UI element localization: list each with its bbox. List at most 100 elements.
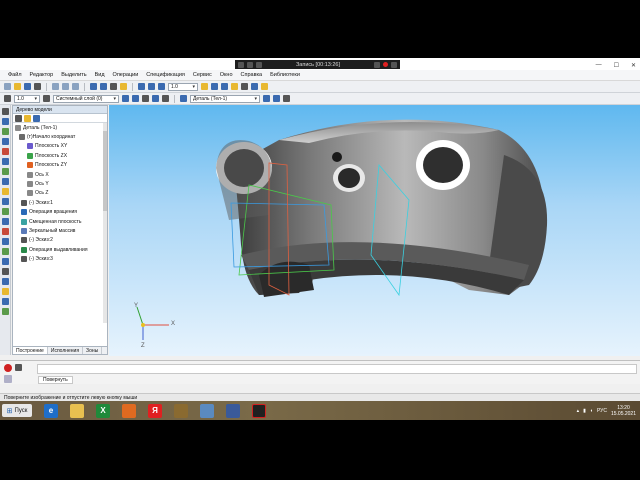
tree-item[interactable]: Ось X — [13, 170, 107, 179]
measure-icon[interactable] — [283, 95, 290, 102]
menu-file[interactable]: Файл — [8, 72, 22, 78]
stop-icon[interactable] — [4, 364, 12, 372]
arrays-icon[interactable] — [1, 238, 9, 245]
excel-icon[interactable]: X — [96, 403, 110, 418]
analysis-icon[interactable] — [1, 258, 9, 265]
start-button[interactable]: Пуск — [2, 404, 32, 417]
view-cube-icon[interactable] — [263, 95, 270, 102]
save-icon[interactable] — [24, 83, 31, 90]
new-document-icon[interactable] — [4, 83, 11, 90]
volume-icon[interactable]: ◖ — [590, 408, 593, 414]
perspective-icon[interactable] — [251, 83, 258, 90]
parameters-icon[interactable] — [1, 278, 9, 285]
detail-combo[interactable]: Деталь (Тел-1) — [190, 94, 260, 103]
zoom-in-icon[interactable] — [138, 83, 145, 90]
tree-item[interactable]: Зеркальный массив — [13, 226, 107, 235]
report-icon[interactable] — [1, 198, 9, 205]
menu-operations[interactable]: Операции — [113, 72, 139, 78]
images-icon[interactable] — [200, 403, 214, 418]
display-mode-icon[interactable] — [273, 95, 280, 102]
step-combo[interactable]: 1.0 — [14, 94, 40, 103]
pencil-icon[interactable] — [256, 61, 262, 68]
recorder-bar[interactable]: Запись [00:13:26] — [235, 60, 400, 69]
options-icon[interactable] — [4, 375, 12, 383]
tree-item[interactable]: Смещенная плоскость — [13, 217, 107, 226]
orientation-icon[interactable] — [221, 83, 228, 90]
library-icon[interactable] — [1, 268, 9, 275]
maximize-icon[interactable]: ☐ — [614, 62, 619, 69]
spec-icon[interactable] — [1, 188, 9, 195]
elements-icon[interactable] — [1, 208, 9, 215]
model-3d-view[interactable] — [109, 105, 640, 356]
layer-manager-icon[interactable] — [122, 95, 129, 102]
close-icon[interactable]: ✕ — [631, 62, 636, 69]
print-icon[interactable] — [34, 83, 41, 90]
help-icon[interactable] — [120, 83, 127, 90]
search-icon[interactable] — [247, 61, 253, 68]
symbols-icon[interactable] — [1, 158, 9, 165]
variables-icon[interactable] — [1, 298, 9, 305]
tray-chevron-icon[interactable]: ▴ — [577, 408, 580, 414]
ortho-icon[interactable] — [162, 95, 169, 102]
firefox-icon[interactable] — [122, 403, 136, 418]
tab-versions[interactable]: Исполнения — [48, 347, 84, 354]
tree-item[interactable]: (-) Эскиз:2 — [13, 236, 107, 245]
menu-service[interactable]: Сервис — [193, 72, 212, 78]
clock[interactable]: 13:20 15.05.2021 — [611, 405, 636, 417]
menu-select[interactable]: Выделить — [61, 72, 86, 78]
open-folder-icon[interactable] — [14, 83, 21, 90]
menu-view[interactable]: Вид — [95, 72, 105, 78]
cursor-icon[interactable] — [1, 108, 9, 115]
sketch-icon[interactable] — [1, 128, 9, 135]
folder-icon[interactable] — [70, 403, 84, 418]
attributes-icon[interactable] — [1, 288, 9, 295]
tree-item[interactable]: (-) Эскиз:1 — [13, 198, 107, 207]
brush-icon[interactable] — [374, 61, 380, 68]
shading-icon[interactable] — [231, 83, 238, 90]
redo-icon[interactable] — [100, 83, 107, 90]
wireframe-icon[interactable] — [241, 83, 248, 90]
tab-construction[interactable]: Построение — [13, 347, 48, 354]
tree-item[interactable]: Ось Z — [13, 189, 107, 198]
tree-item[interactable]: Плоскость ZX — [13, 151, 107, 160]
tree-scrollbar[interactable] — [103, 123, 107, 323]
tree-view-icon[interactable] — [15, 114, 22, 122]
network-icon[interactable]: ▮ — [583, 408, 586, 414]
recorder-icon[interactable] — [252, 403, 266, 418]
tree-item[interactable]: Операция вращения — [13, 208, 107, 217]
coordinates-icon[interactable] — [152, 95, 159, 102]
tab-rotate[interactable]: Повернуть — [38, 376, 73, 384]
section-icon[interactable] — [261, 83, 268, 90]
dimensions-icon[interactable] — [1, 148, 9, 155]
snap-icon[interactable] — [132, 95, 139, 102]
tree-item[interactable]: Ось Y — [13, 179, 107, 188]
record-icon[interactable] — [383, 62, 388, 67]
kompas-icon[interactable] — [226, 403, 240, 418]
menu-libraries[interactable]: Библиотеки — [270, 72, 300, 78]
layer-combo[interactable]: Системный слой (0) — [53, 94, 119, 103]
pan-icon[interactable] — [211, 83, 218, 90]
check-icon[interactable] — [1, 308, 9, 315]
yandex-icon[interactable]: Я — [148, 403, 162, 418]
tree-item[interactable]: Плоскость ZY — [13, 161, 107, 170]
menu-window[interactable]: Окно — [220, 72, 233, 78]
game-icon[interactable] — [174, 403, 188, 418]
tree-filter-icon[interactable] — [33, 114, 40, 122]
manual-icon[interactable] — [15, 364, 22, 371]
tree-item[interactable]: (-) Эскиз:3 — [13, 254, 107, 263]
tree-item[interactable]: Операция выдавливания — [13, 245, 107, 254]
zoom-window-icon[interactable] — [158, 83, 165, 90]
copy-icon[interactable] — [62, 83, 69, 90]
tree-sort-icon[interactable] — [24, 114, 31, 122]
zoom-combo[interactable]: 1.0 — [168, 82, 198, 91]
undo-icon[interactable] — [90, 83, 97, 90]
edit-detail-icon[interactable] — [1, 118, 9, 125]
language-indicator[interactable]: РУС — [597, 408, 607, 414]
edge-icon[interactable]: e — [44, 403, 58, 418]
surfaces-icon[interactable] — [1, 218, 9, 225]
zoom-out-icon[interactable] — [148, 83, 155, 90]
curves-icon[interactable] — [1, 228, 9, 235]
auxiliary-geometry-icon[interactable] — [1, 138, 9, 145]
camera-icon[interactable] — [391, 61, 397, 68]
measure-icon[interactable] — [1, 168, 9, 175]
